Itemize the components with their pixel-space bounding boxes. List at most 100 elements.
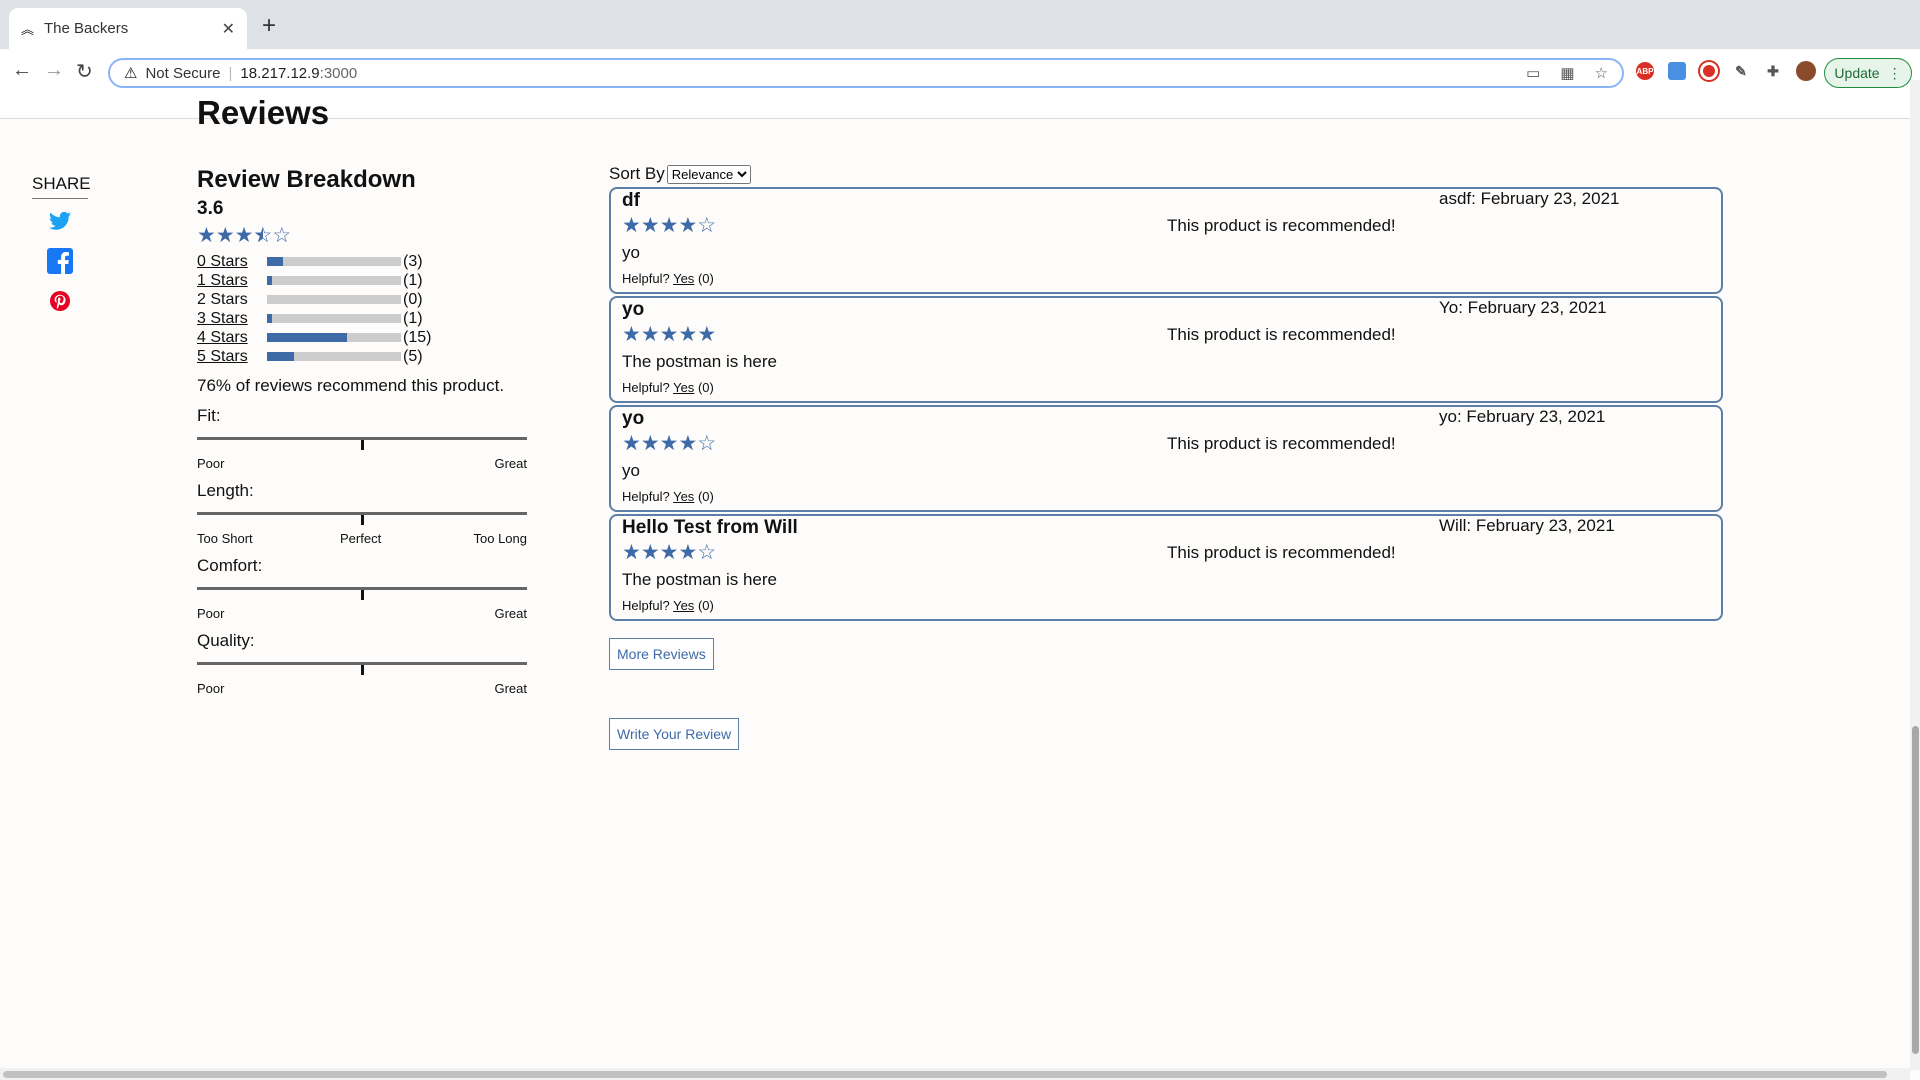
helpful-count: (0) [697, 271, 714, 286]
eyedropper-icon[interactable]: ✎ [1732, 62, 1750, 80]
characteristic-marker [361, 665, 364, 675]
new-tab-icon[interactable]: + [262, 12, 276, 40]
characteristic-low-label: Too Short [197, 531, 253, 546]
facebook-icon[interactable] [32, 248, 88, 279]
star-icon: ★ [659, 214, 679, 237]
sort-select[interactable]: Relevance [666, 164, 751, 184]
star-filter-link[interactable]: 0 Stars [197, 253, 267, 271]
sort-control: Sort By Relevance [609, 164, 751, 184]
puzzle-extensions-icon[interactable]: ✚ [1764, 62, 1782, 80]
star-filter-link[interactable]: 1 Stars [197, 272, 267, 290]
not-secure-label: Not Secure [145, 64, 221, 82]
characteristic-length: Length: Too Short Too Long Perfect [197, 481, 537, 546]
star-filter-link[interactable]: 3 Stars [197, 310, 267, 328]
page-content: Reviews SHARE Review Breakdown 3.6 ★★★☆★… [0, 80, 1910, 1070]
review-stars: ★ ★ ★ ★ ☆ [622, 214, 716, 237]
write-review-button[interactable]: Write Your Review [609, 718, 740, 750]
profile-avatar[interactable] [1796, 61, 1816, 81]
vertical-scroll-thumb[interactable] [1912, 726, 1919, 1054]
star-icon: ★ [640, 541, 660, 564]
star-row[interactable]: 0 Stars (3) [197, 252, 537, 271]
more-reviews-button[interactable]: More Reviews [609, 638, 714, 670]
review-card: Hello Test from Will ★ ★ ★ ★ ☆ The postman is … [609, 514, 1723, 621]
star-row[interactable]: 2 Stars (0) [197, 290, 537, 309]
url-port: :3000 [319, 64, 358, 82]
star-icon: ★ [659, 541, 679, 564]
review-title: Hello Test from Will [622, 517, 798, 538]
star-row[interactable]: 3 Stars (1) [197, 309, 537, 328]
review-card: yo ★ ★ ★ ★ ☆ yo Helpful? Yes (0) This product is… [609, 405, 1723, 512]
star-filter-link: 2 Stars [197, 290, 248, 308]
review-breakdown: Review Breakdown 3.6 ★★★☆★☆ 0 Stars(3)1 … [197, 166, 537, 696]
star-row[interactable]: 4 Stars (15) [197, 328, 537, 347]
review-author-date: asdf: February 23, 2021 [1439, 189, 1620, 208]
rating-bar-fill [267, 257, 284, 266]
more-menu-icon[interactable]: ⋮ [1888, 65, 1902, 82]
review-body: The postman is here [622, 570, 777, 589]
star-icon: ★ [640, 432, 660, 455]
star-icon: ★ [234, 224, 254, 247]
star-icon: ★ [622, 432, 641, 455]
rating-count: (3) [403, 252, 423, 270]
characteristic-low-label: Poor [197, 681, 225, 696]
omnibox-separator: | [228, 64, 233, 82]
review-body: The postman is here [622, 352, 777, 371]
helpful-count: (0) [697, 598, 714, 613]
update-label: Update [1834, 65, 1880, 81]
star-filter-link[interactable]: 5 Stars [197, 348, 267, 366]
characteristic-high-label: Great [494, 456, 527, 471]
vertical-scrollbar[interactable] [1910, 80, 1920, 1070]
helpful-yes-link[interactable]: Yes [673, 489, 694, 504]
rating-bar-fill [267, 333, 348, 342]
characteristic-low-label: Poor [197, 606, 225, 621]
helpful-yes-link[interactable]: Yes [673, 598, 694, 613]
star-icon: ★ [197, 224, 216, 247]
characteristic-high-label: Too Long [473, 531, 528, 546]
horizontal-scrollbar[interactable] [0, 1068, 1910, 1080]
average-stars: ★★★☆★☆ [197, 224, 537, 247]
review-title: yo [622, 299, 645, 320]
forward-icon[interactable]: → [44, 59, 64, 82]
rating-count: (0) [403, 290, 423, 308]
characteristic-low-label: Poor [197, 456, 225, 471]
characteristic-comfort: Comfort: Poor Great [197, 556, 537, 621]
twitter-icon[interactable] [32, 211, 88, 236]
horizontal-scroll-thumb[interactable] [3, 1071, 1887, 1078]
review-stars: ★ ★ ★ ★ ☆ [622, 541, 716, 564]
rating-bar [267, 333, 401, 342]
pinterest-icon[interactable] [32, 291, 88, 316]
star-row[interactable]: 5 Stars (5) [197, 347, 537, 366]
review-title: yo [622, 408, 645, 429]
star-icon: ★ [659, 323, 679, 346]
characteristic-name: Comfort: [197, 556, 263, 575]
record-extension-icon[interactable] [1700, 62, 1718, 80]
star-icon: ★ [215, 224, 235, 247]
calendar-extension-icon[interactable] [1668, 62, 1686, 80]
helpful-yes-link[interactable]: Yes [673, 271, 694, 286]
star-row[interactable]: 1 Stars (1) [197, 271, 537, 290]
star-icon: ★ [697, 323, 717, 346]
characteristic-mid-label: Perfect [340, 531, 382, 546]
review-card: yo ★ ★ ★ ★ ★ The postman is here Helpful? Yes (… [609, 296, 1723, 403]
review-body: yo [622, 243, 640, 262]
tab-title: The Backers [44, 20, 129, 37]
adblock-icon[interactable]: ABP [1636, 62, 1654, 80]
recommended-text: This product is recommended! [1167, 325, 1396, 344]
characteristics-list: Fit: Poor Great Length: Too Short Too Long Per… [197, 406, 537, 696]
helpful-count: (0) [697, 489, 714, 504]
helpful-count: (0) [697, 380, 714, 395]
star-icon: ★ [622, 541, 641, 564]
recommend-percentage: 76% of reviews recommend this product. [197, 376, 505, 395]
characteristic-name: Fit: [197, 406, 221, 425]
characteristic-marker [361, 515, 364, 525]
star-filter-link[interactable]: 4 Stars [197, 329, 267, 347]
browser-tab[interactable]: ︽ The Backers ✕ [9, 8, 247, 49]
star-icon: ★ [622, 323, 641, 346]
review-author-date: Yo: February 23, 2021 [1439, 298, 1607, 317]
review-author-date: Will: February 23, 2021 [1439, 516, 1615, 535]
tab-close-icon[interactable]: ✕ [222, 19, 235, 39]
star-icon: ★ [659, 432, 679, 455]
back-icon[interactable]: ← [12, 59, 32, 82]
helpful-yes-link[interactable]: Yes [673, 380, 694, 395]
url-host: 18.217.12.9 [240, 64, 320, 82]
